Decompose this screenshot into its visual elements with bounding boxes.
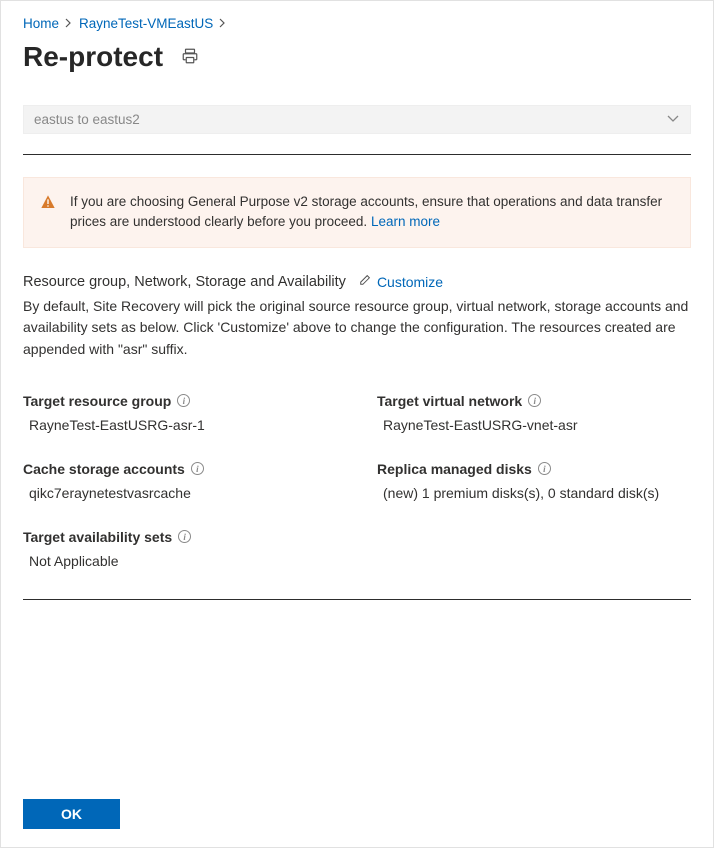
info-icon[interactable] xyxy=(528,394,541,407)
chevron-down-icon xyxy=(666,112,680,127)
info-icon[interactable] xyxy=(177,394,190,407)
field-label: Target virtual network xyxy=(377,393,522,409)
breadcrumb: Home RayneTest-VMEastUS xyxy=(23,16,691,31)
info-icon[interactable] xyxy=(191,462,204,475)
field-label: Replica managed disks xyxy=(377,461,532,477)
learn-more-link[interactable]: Learn more xyxy=(371,214,440,229)
direction-dropdown[interactable]: eastus to eastus2 xyxy=(23,105,691,134)
chevron-right-icon xyxy=(65,17,73,31)
divider xyxy=(23,599,691,600)
customize-link[interactable]: Customize xyxy=(358,274,443,290)
field-value: Not Applicable xyxy=(23,553,337,569)
field-label: Target resource group xyxy=(23,393,171,409)
field-value: (new) 1 premium disks(s), 0 standard dis… xyxy=(377,485,691,501)
chevron-right-icon xyxy=(219,17,227,31)
breadcrumb-item-home[interactable]: Home xyxy=(23,16,59,31)
info-icon[interactable] xyxy=(178,530,191,543)
warning-message: If you are choosing General Purpose v2 s… xyxy=(70,194,662,229)
warning-box: If you are choosing General Purpose v2 s… xyxy=(23,177,691,248)
breadcrumb-item-vm[interactable]: RayneTest-VMEastUS xyxy=(79,16,213,31)
divider xyxy=(23,154,691,155)
section-description: By default, Site Recovery will pick the … xyxy=(23,296,691,361)
ok-button[interactable]: OK xyxy=(23,799,120,829)
field-target-availability-sets: Target availability sets Not Applicable xyxy=(23,529,337,569)
field-label: Target availability sets xyxy=(23,529,172,545)
field-target-resource-group: Target resource group RayneTest-EastUSRG… xyxy=(23,393,337,433)
field-value: RayneTest-EastUSRG-vnet-asr xyxy=(377,417,691,433)
field-label: Cache storage accounts xyxy=(23,461,185,477)
direction-dropdown-value: eastus to eastus2 xyxy=(34,112,140,127)
page-title: Re-protect xyxy=(23,41,163,73)
print-icon[interactable] xyxy=(181,47,199,68)
field-value: RayneTest-EastUSRG-asr-1 xyxy=(23,417,337,433)
pencil-icon xyxy=(358,274,371,290)
warning-text: If you are choosing General Purpose v2 s… xyxy=(70,192,674,233)
field-value: qikc7eraynetestvasrcache xyxy=(23,485,337,501)
customize-label: Customize xyxy=(377,274,443,290)
warning-icon xyxy=(40,194,56,233)
field-replica-managed-disks: Replica managed disks (new) 1 premium di… xyxy=(377,461,691,501)
info-icon[interactable] xyxy=(538,462,551,475)
field-target-virtual-network: Target virtual network RayneTest-EastUSR… xyxy=(377,393,691,433)
footer: OK xyxy=(1,781,713,847)
fields-grid: Target resource group RayneTest-EastUSRG… xyxy=(23,393,691,569)
field-cache-storage-accounts: Cache storage accounts qikc7eraynetestva… xyxy=(23,461,337,501)
section-heading: Resource group, Network, Storage and Ava… xyxy=(23,274,346,290)
